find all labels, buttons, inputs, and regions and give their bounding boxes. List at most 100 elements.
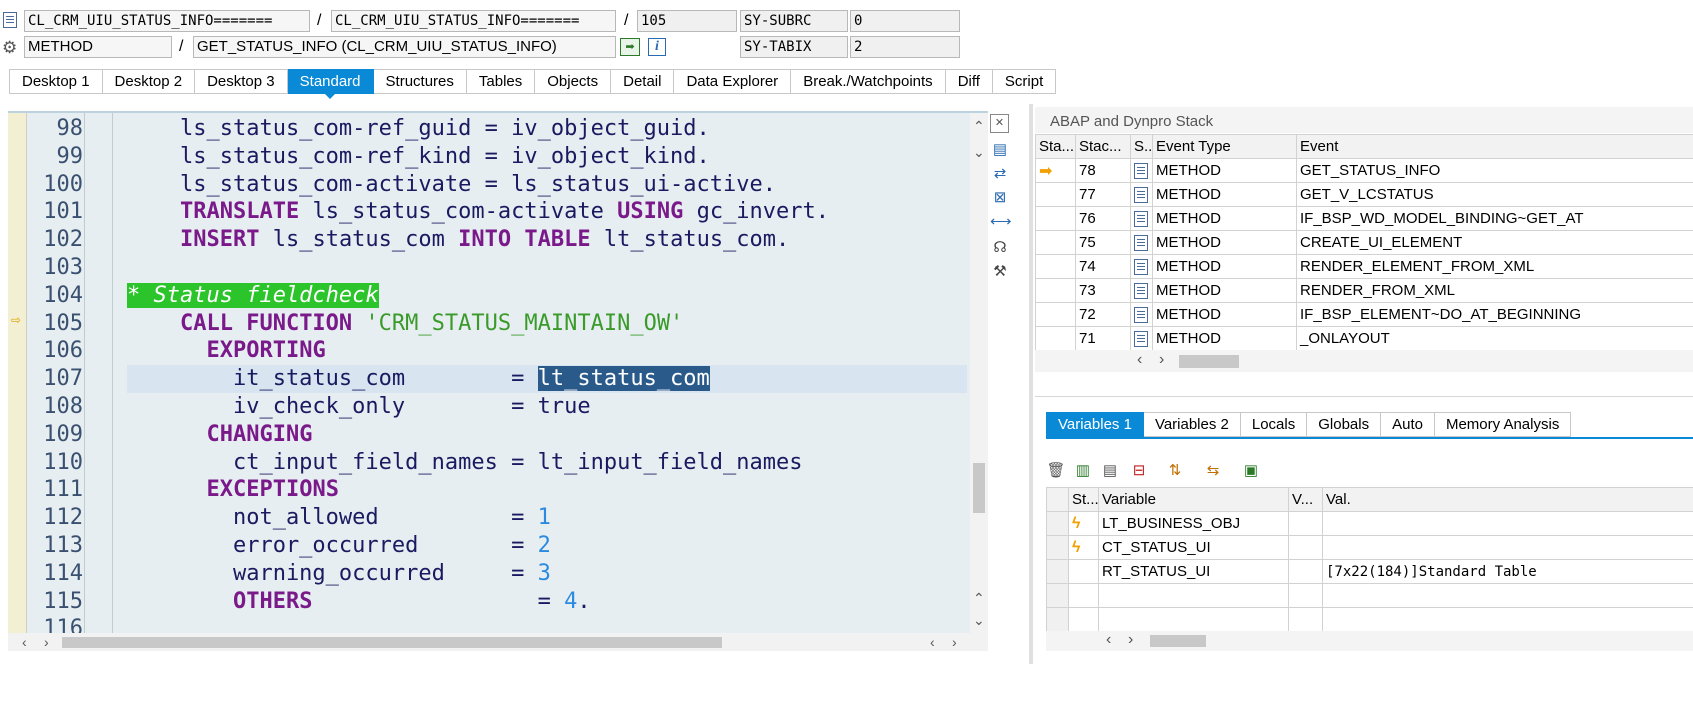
- code-line[interactable]: 98 ls_status_com-ref_guid = iv_object_gu…: [8, 115, 968, 143]
- include-field[interactable]: CL_CRM_UIU_STATUS_INFO=======: [331, 10, 616, 32]
- row-selector[interactable]: [1046, 511, 1069, 536]
- tab-standard[interactable]: Standard: [287, 69, 374, 99]
- code-line[interactable]: 105 CALL FUNCTION 'CRM_STATUS_MAINTAIN_O…: [8, 310, 968, 338]
- tab-tables[interactable]: Tables: [466, 69, 536, 94]
- variables-scrollbar[interactable]: ‹ ›: [1046, 631, 1693, 651]
- tab-structures[interactable]: Structures: [373, 69, 467, 94]
- subrc-value[interactable]: 0: [850, 10, 960, 32]
- column-header[interactable]: Event Type: [1152, 134, 1297, 159]
- column-header[interactable]: S..: [1130, 134, 1153, 159]
- sort-icon[interactable]: ▥: [1072, 460, 1094, 482]
- chevron-right-icon[interactable]: ›: [1128, 632, 1133, 648]
- column-header[interactable]: Val.: [1322, 487, 1693, 512]
- code-line[interactable]: 112 not_allowed = 1: [8, 504, 968, 532]
- pane-splitter[interactable]: [1029, 104, 1033, 664]
- tab-globals[interactable]: Globals: [1307, 412, 1382, 437]
- code-line[interactable]: 107 it_status_com = lt_status_com: [43, 365, 967, 394]
- swap-icon[interactable]: ⇄: [990, 164, 1010, 184]
- code-line[interactable]: 100 ls_status_com-activate = ls_status_u…: [8, 171, 968, 199]
- table-row[interactable]: 74 METHOD RENDER_ELEMENT_FROM_XML: [1035, 254, 1693, 279]
- tab-data-explorer[interactable]: Data Explorer: [674, 69, 792, 94]
- program-field[interactable]: CL_CRM_UIU_STATUS_INFO=======: [24, 10, 310, 32]
- code-line[interactable]: 115 OTHERS = 4.: [8, 588, 968, 616]
- column-header[interactable]: Event: [1296, 134, 1693, 159]
- table-row[interactable]: 76 METHOD IF_BSP_WD_MODEL_BINDING~GET_AT: [1035, 206, 1693, 231]
- navigate-icon[interactable]: ➡: [620, 38, 640, 56]
- swap-icon[interactable]: ⇆: [1202, 460, 1224, 482]
- chevron-right-icon[interactable]: ›: [44, 635, 49, 649]
- tab-desktop-3[interactable]: Desktop 3: [195, 69, 288, 94]
- column-header[interactable]: St...: [1068, 487, 1099, 512]
- table-row[interactable]: ➡ 78 METHOD GET_STATUS_INFO: [1035, 158, 1693, 183]
- variable-name[interactable]: [1098, 607, 1289, 632]
- column-header[interactable]: Stac...: [1075, 134, 1131, 159]
- row-selector[interactable]: [1046, 559, 1069, 584]
- filter-icon[interactable]: ▤: [1099, 460, 1121, 482]
- event-type-field[interactable]: METHOD: [24, 36, 172, 58]
- editor-horizontal-scrollbar[interactable]: ‹ › ‹ ›: [8, 633, 988, 651]
- scroll-up-icon[interactable]: ⌃: [973, 119, 985, 133]
- code-line[interactable]: 106 EXPORTING: [8, 337, 968, 365]
- variable-name[interactable]: LT_BUSINESS_OBJ: [1098, 511, 1289, 536]
- close-icon[interactable]: ✕: [990, 114, 1009, 133]
- chevron-left-icon[interactable]: ‹: [1137, 352, 1142, 368]
- column-header[interactable]: Variable: [1098, 487, 1289, 512]
- info-icon[interactable]: i: [648, 38, 666, 56]
- headset-icon[interactable]: ☊: [990, 238, 1010, 258]
- editor-vertical-scrollbar[interactable]: ⌃ ⌄ ⌃ ⌄: [970, 113, 988, 635]
- expand-icon[interactable]: ⇅: [1164, 460, 1186, 482]
- tab-variables-1[interactable]: Variables 1: [1046, 412, 1144, 437]
- table-row[interactable]: ϟ CT_STATUS_UI: [1046, 535, 1693, 560]
- tab-script[interactable]: Script: [992, 69, 1057, 94]
- maximize-icon[interactable]: ⊠: [990, 188, 1010, 208]
- tab-auto[interactable]: Auto: [1381, 412, 1435, 437]
- variable-value[interactable]: [7x22(184)]Standard Table: [1322, 559, 1693, 584]
- chevron-left-icon[interactable]: ‹: [930, 635, 935, 649]
- table-row[interactable]: 73 METHOD RENDER_FROM_XML: [1035, 278, 1693, 303]
- code-line[interactable]: 113 error_occurred = 2: [8, 532, 968, 560]
- column-header[interactable]: Sta...: [1035, 134, 1076, 159]
- scroll-up-icon[interactable]: ⌃: [973, 591, 985, 605]
- tab-memory-analysis[interactable]: Memory Analysis: [1434, 412, 1572, 437]
- remove-icon[interactable]: ⊟: [1128, 460, 1150, 482]
- variable-value[interactable]: [1322, 583, 1693, 608]
- save-icon[interactable]: ▣: [1240, 460, 1262, 482]
- chevron-right-icon[interactable]: ›: [1159, 352, 1164, 368]
- scroll-thumb[interactable]: [973, 463, 985, 513]
- chevron-left-icon[interactable]: ‹: [22, 635, 27, 649]
- scroll-thumb[interactable]: [1150, 635, 1206, 647]
- chevron-right-icon[interactable]: ›: [952, 635, 957, 649]
- code-line[interactable]: 110 ct_input_field_names = lt_input_fiel…: [8, 449, 968, 477]
- tab-detail[interactable]: Detail: [611, 69, 675, 94]
- code-line[interactable]: 103: [8, 254, 968, 282]
- tab-objects[interactable]: Objects: [535, 69, 612, 94]
- variable-value[interactable]: [1322, 535, 1693, 560]
- code-line[interactable]: 114 warning_occurred = 3: [8, 560, 968, 588]
- code-line[interactable]: 108 iv_check_only = true: [8, 393, 968, 421]
- variable-value[interactable]: [1322, 511, 1693, 536]
- variable-value[interactable]: [1322, 607, 1693, 632]
- table-row[interactable]: [1046, 583, 1693, 608]
- line-field[interactable]: 105: [637, 10, 737, 32]
- code-line[interactable]: 102 INSERT ls_status_com INTO TABLE lt_s…: [8, 226, 968, 254]
- table-row[interactable]: RT_STATUS_UI [7x22(184)]Standard Table: [1046, 559, 1693, 584]
- new-window-icon[interactable]: ▤: [990, 140, 1010, 160]
- code-line[interactable]: 99 ls_status_com-ref_kind = iv_object_ki…: [8, 143, 968, 171]
- chevron-down-icon[interactable]: ⌄: [973, 145, 985, 159]
- table-row[interactable]: 77 METHOD GET_V_LCSTATUS: [1035, 182, 1693, 207]
- variable-name[interactable]: [1098, 583, 1289, 608]
- chevron-down-icon[interactable]: ⌄: [973, 613, 985, 627]
- row-selector[interactable]: [1046, 535, 1069, 560]
- split-icon[interactable]: ⟷: [990, 212, 1012, 232]
- tab-variables-2[interactable]: Variables 2: [1143, 412, 1241, 437]
- code-editor[interactable]: ⌃ ⌄ ⌃ ⌄ 98 ls_status_com-ref_guid = iv_o…: [8, 111, 988, 635]
- tab-diff[interactable]: Diff: [945, 69, 993, 94]
- stack-scrollbar[interactable]: ‹ ›: [1035, 350, 1693, 372]
- table-row[interactable]: [1046, 607, 1693, 632]
- table-row[interactable]: 71 METHOD _ONLAYOUT: [1035, 326, 1693, 351]
- code-line[interactable]: 101 TRANSLATE ls_status_com-activate USI…: [8, 198, 968, 226]
- variable-name[interactable]: RT_STATUS_UI: [1098, 559, 1289, 584]
- table-row[interactable]: 75 METHOD CREATE_UI_ELEMENT: [1035, 230, 1693, 255]
- tab-desktop-2[interactable]: Desktop 2: [102, 69, 196, 94]
- tabix-value[interactable]: 2: [850, 36, 960, 58]
